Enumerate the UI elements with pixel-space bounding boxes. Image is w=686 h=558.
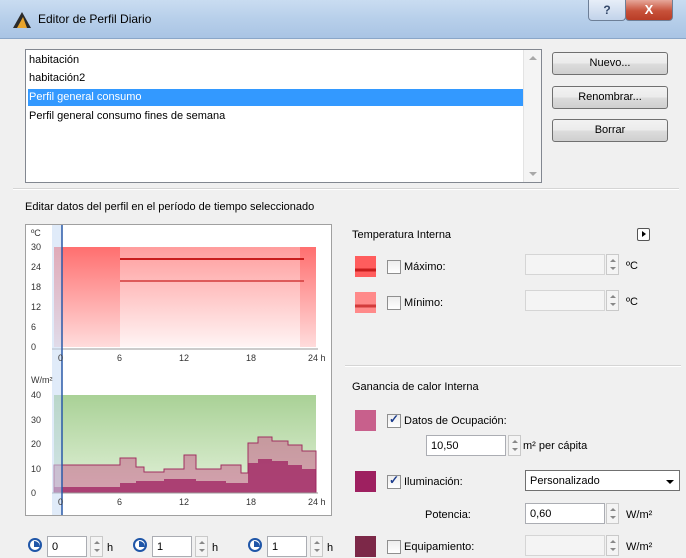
temp-max-swatch xyxy=(355,256,376,277)
temp-unit-label: ºC xyxy=(31,228,41,238)
chevron-down-icon xyxy=(666,480,674,484)
temp-tick: 30 xyxy=(31,242,42,252)
x-tick: 6 xyxy=(117,497,123,507)
temp-max-checkbox[interactable] xyxy=(387,260,401,274)
duration-field[interactable]: 1 xyxy=(267,536,307,557)
x-tick: 0 xyxy=(58,353,64,363)
temperature-heading: Temperatura Interna xyxy=(352,229,452,241)
equipment-field[interactable] xyxy=(525,535,605,556)
power-unit: W/m² xyxy=(626,509,653,521)
temp-band-left xyxy=(54,247,120,347)
time-cursor[interactable] xyxy=(52,225,62,515)
temp-max-field[interactable] xyxy=(525,254,605,275)
start-time-field[interactable]: 0 xyxy=(47,536,87,557)
x-tick: 12 xyxy=(179,353,190,363)
x-tick: 0 xyxy=(58,497,64,507)
heat-gain-heading: Ganancia de calor Interna xyxy=(352,381,479,393)
equipment-unit: W/m² xyxy=(626,541,653,553)
temp-min-checkbox[interactable] xyxy=(387,296,401,310)
power-label: Potencia: xyxy=(425,509,471,521)
equipment-swatch xyxy=(355,536,376,557)
list-item[interactable]: habitación2 xyxy=(28,70,523,87)
power-unit-label: W/m² xyxy=(31,375,53,385)
occupancy-stepper[interactable] xyxy=(508,435,521,456)
equipment-stepper[interactable] xyxy=(606,535,619,556)
temp-min-unit: ºC xyxy=(626,296,638,308)
section-title: Editar datos del perfil en el período de… xyxy=(25,201,315,213)
temp-min-field[interactable] xyxy=(525,290,605,311)
scroll-down-icon[interactable] xyxy=(529,172,537,176)
occupancy-checkbox[interactable] xyxy=(387,412,401,428)
lighting-mode-value: Personalizado xyxy=(530,475,600,487)
temp-max-label: Máximo: xyxy=(404,261,446,273)
lighting-swatch xyxy=(355,471,376,492)
temp-tick: 0 xyxy=(31,342,37,352)
occupancy-field[interactable]: 10,50 xyxy=(426,435,506,456)
archicad-app-icon xyxy=(13,12,31,28)
rename-button[interactable]: Renombrar... xyxy=(552,86,668,109)
lighting-label: Iluminación: xyxy=(404,476,463,488)
start-time-stepper[interactable] xyxy=(90,536,103,557)
new-button[interactable]: Nuevo... xyxy=(552,52,668,75)
equipment-checkbox[interactable] xyxy=(387,540,401,554)
profile-chart-svg xyxy=(52,225,318,515)
temp-max-stepper[interactable] xyxy=(606,254,619,275)
power-tick: 30 xyxy=(31,415,42,425)
power-field[interactable]: 0,60 xyxy=(525,503,605,524)
lighting-mode-select[interactable]: Personalizado xyxy=(525,470,680,491)
delete-button[interactable]: Borrar xyxy=(552,119,668,142)
clock-icon xyxy=(28,538,42,552)
temp-tick: 6 xyxy=(31,322,37,332)
temp-band-right xyxy=(300,247,316,347)
power-tick: 10 xyxy=(31,464,42,474)
occupancy-swatch xyxy=(355,410,376,431)
close-button[interactable]: X xyxy=(625,0,673,21)
window-title: Editor de Perfil Diario xyxy=(38,12,152,26)
temp-min-stepper[interactable] xyxy=(606,290,619,311)
temp-min-swatch xyxy=(355,292,376,313)
x-tick: 18 xyxy=(246,497,257,507)
x-tick: 24 h xyxy=(308,353,326,363)
end-time-unit: h xyxy=(212,542,219,554)
equipment-label: Equipamiento: xyxy=(404,541,475,553)
end-time-stepper[interactable] xyxy=(195,536,208,557)
power-stepper[interactable] xyxy=(606,503,619,524)
lighting-checkbox[interactable] xyxy=(387,473,401,489)
profile-list[interactable]: habitación habitación2 Perfil general co… xyxy=(25,49,542,183)
list-item[interactable]: Perfil general consumo fines de semana xyxy=(28,108,523,125)
divider xyxy=(13,188,679,190)
x-tick: 12 xyxy=(179,497,190,507)
start-time-unit: h xyxy=(107,542,114,554)
x-tick: 18 xyxy=(246,353,257,363)
expand-arrow-icon[interactable] xyxy=(637,228,650,241)
temp-min-label: Mínimo: xyxy=(404,297,444,309)
temp-tick: 18 xyxy=(31,282,42,292)
power-tick: 40 xyxy=(31,390,42,400)
title-bar: Editor de Perfil Diario ? X xyxy=(0,0,686,39)
occupancy-unit: m² per cápita xyxy=(523,440,588,452)
duration-unit: h xyxy=(327,542,334,554)
list-item-selected[interactable]: Perfil general consumo xyxy=(28,89,523,106)
divider xyxy=(345,365,681,367)
occupancy-label: Datos de Ocupación: xyxy=(404,415,507,427)
clock-icon xyxy=(133,538,147,552)
power-tick: 0 xyxy=(31,488,37,498)
x-tick: 24 h xyxy=(308,497,326,507)
list-item[interactable]: habitación xyxy=(28,52,523,69)
temp-max-unit: ºC xyxy=(626,260,638,272)
help-button[interactable]: ? xyxy=(588,0,626,21)
temp-tick: 24 xyxy=(31,262,42,272)
duration-stepper[interactable] xyxy=(310,536,323,557)
list-scrollbar[interactable] xyxy=(523,50,541,182)
end-time-field[interactable]: 1 xyxy=(152,536,192,557)
clock-icon xyxy=(248,538,262,552)
profile-graph[interactable]: ºC 30 24 18 12 6 0 0 6 12 18 24 h W/m² 4… xyxy=(25,224,332,516)
temp-band-center xyxy=(120,247,314,347)
power-tick: 20 xyxy=(31,439,42,449)
x-tick: 6 xyxy=(117,353,123,363)
temp-tick: 12 xyxy=(31,302,42,312)
scroll-up-icon[interactable] xyxy=(529,56,537,60)
